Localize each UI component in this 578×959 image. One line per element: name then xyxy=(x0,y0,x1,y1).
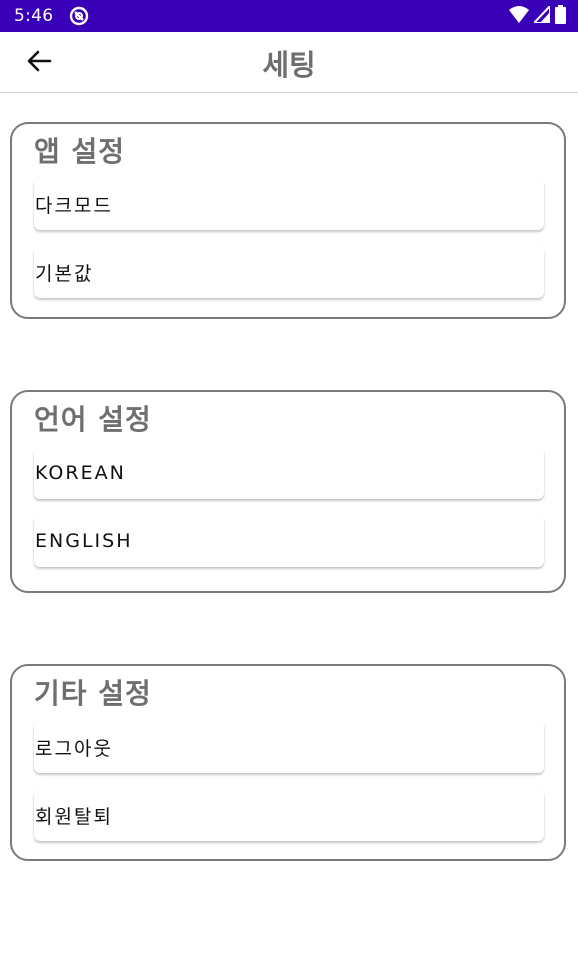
setting-language-korean[interactable]: KOREAN xyxy=(34,447,544,499)
page-title: 세팅 xyxy=(262,48,316,82)
status-time: 5:46 xyxy=(14,6,54,26)
setting-dark-mode[interactable]: 다크모드 xyxy=(34,178,544,230)
setting-logout[interactable]: 로그아웃 xyxy=(34,721,544,773)
app-notification-icon xyxy=(69,6,89,26)
section-app-settings: 앱 설정 다크모드 기본값 xyxy=(10,122,566,319)
setting-language-english[interactable]: ENGLISH xyxy=(34,515,544,567)
section-language-settings: 언어 설정 KOREAN ENGLISH xyxy=(10,390,566,593)
section-other-settings: 기타 설정 로그아웃 회원탈퇴 xyxy=(10,664,566,861)
wifi-icon xyxy=(509,5,529,27)
status-bar: 5:46 xyxy=(0,0,578,32)
setting-withdraw[interactable]: 회원탈퇴 xyxy=(34,789,544,841)
battery-icon xyxy=(555,4,566,28)
status-icons xyxy=(509,0,566,32)
section-title: 기타 설정 xyxy=(34,677,152,710)
section-title: 언어 설정 xyxy=(34,403,152,436)
section-title: 앱 설정 xyxy=(34,135,126,168)
setting-default[interactable]: 기본값 xyxy=(34,246,544,298)
signal-icon xyxy=(531,2,551,27)
app-bar: 세팅 xyxy=(0,32,578,93)
